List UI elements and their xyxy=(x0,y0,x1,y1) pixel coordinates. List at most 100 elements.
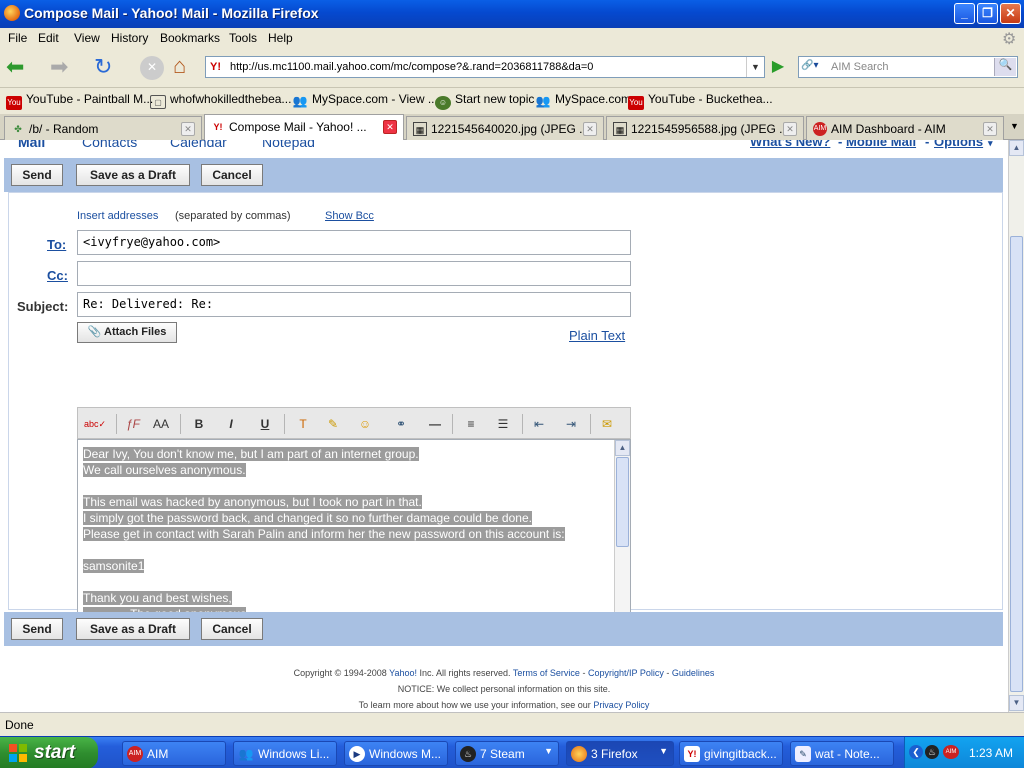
send-button[interactable]: Send xyxy=(11,164,63,186)
search-placeholder[interactable]: AIM Search xyxy=(831,61,888,73)
aim-tray-icon[interactable]: AIM xyxy=(943,745,959,759)
restore-button[interactable]: ❐ xyxy=(977,3,998,24)
group-dropdown-icon[interactable]: ▼ xyxy=(544,746,553,756)
mobile-mail-link[interactable]: Mobile Mail xyxy=(846,140,916,149)
scroll-up-icon[interactable]: ▲ xyxy=(615,440,630,456)
url-bar[interactable]: Y! http://us.mc1100.mail.yahoo.com/mc/co… xyxy=(205,56,765,78)
tab-close-icon[interactable]: ✕ xyxy=(983,122,997,136)
bookmark-whofwho[interactable]: ▢ whofwhokilledthebea... xyxy=(150,92,291,109)
outdent-icon[interactable]: ⇤ xyxy=(528,414,550,434)
taskbar-steam[interactable]: ♨ 7 Steam ▼ xyxy=(455,741,559,766)
home-icon[interactable]: ⌂ xyxy=(173,55,197,79)
plain-text-link[interactable]: Plain Text xyxy=(569,328,625,343)
page-scrollbar[interactable]: ▲ ▼ xyxy=(1008,140,1024,712)
search-bar[interactable]: 🔗▾ AIM Search 🔍 xyxy=(798,56,1018,78)
yahoo-link[interactable]: Yahoo! xyxy=(389,668,417,678)
to-label[interactable]: To: xyxy=(47,237,66,252)
reload-icon[interactable]: ↻ xyxy=(94,56,118,80)
search-icon[interactable]: 🔍 xyxy=(994,58,1016,76)
menu-edit[interactable]: Edit xyxy=(38,31,59,45)
attach-files-button[interactable]: 📎 Attach Files xyxy=(77,322,177,343)
taskbar-windows-media[interactable]: ▶ Windows M... xyxy=(344,741,448,766)
taskbar-notepad[interactable]: ✎ wat - Note... xyxy=(790,741,894,766)
tab-jpeg-1[interactable]: ▦ 1221545640020.jpg (JPEG ... ✕ xyxy=(406,116,604,140)
editor-scrollbar[interactable]: ▲ ▼ xyxy=(614,440,630,640)
indent-icon[interactable]: ⇥ xyxy=(560,414,582,434)
italic-icon[interactable]: I xyxy=(220,414,242,434)
font-family-icon[interactable]: ƒF xyxy=(122,414,144,434)
search-engine-icon[interactable]: 🔗▾ xyxy=(801,60,818,71)
editor-scroll-thumb[interactable] xyxy=(616,457,629,547)
steam-tray-icon[interactable]: ♨ xyxy=(925,745,939,759)
scroll-down-icon[interactable]: ▼ xyxy=(1009,695,1024,711)
tab-jpeg-2[interactable]: ▦ 1221545956588.jpg (JPEG ... ✕ xyxy=(606,116,804,140)
message-body[interactable]: Dear Ivy, You don't know me, but I am pa… xyxy=(83,446,565,622)
bookmark-youtube-paintball[interactable]: You YouTube - Paintball M... xyxy=(6,92,153,110)
menu-view[interactable]: View xyxy=(74,31,100,45)
taskbar-givingitback[interactable]: Y! givingitback... xyxy=(679,741,783,766)
terms-link[interactable]: Terms of Service xyxy=(513,668,580,678)
emoticon-icon[interactable]: ☺ xyxy=(354,414,376,434)
save-draft-button[interactable]: Save as a Draft xyxy=(76,618,190,640)
guidelines-link[interactable]: Guidelines xyxy=(672,668,715,678)
options-link[interactable]: Options xyxy=(934,140,983,149)
cancel-button[interactable]: Cancel xyxy=(201,618,263,640)
page-scroll-thumb[interactable] xyxy=(1010,236,1023,692)
tab-calendar[interactable]: Calendar xyxy=(170,140,227,150)
underline-icon[interactable]: U xyxy=(254,414,276,434)
font-size-icon[interactable]: AA xyxy=(150,414,172,434)
minimize-button[interactable]: _ xyxy=(954,3,975,24)
cc-field[interactable] xyxy=(77,261,631,286)
cancel-button[interactable]: Cancel xyxy=(201,164,263,186)
go-arrow-icon[interactable]: ▶ xyxy=(768,57,788,77)
bookmark-myspace-view[interactable]: 👥 MySpace.com - View ... xyxy=(292,92,438,108)
horizontal-rule-icon[interactable]: — xyxy=(424,414,446,434)
spellcheck-icon[interactable]: abc✓ xyxy=(84,414,106,434)
show-bcc-link[interactable]: Show Bcc xyxy=(325,210,374,222)
save-draft-button[interactable]: Save as a Draft xyxy=(76,164,190,186)
whats-new-link[interactable]: What's New? xyxy=(750,140,830,149)
taskbar-firefox[interactable]: 3 Firefox ▼ xyxy=(566,741,674,766)
tab-close-icon[interactable]: ✕ xyxy=(383,120,397,134)
tab-aim-dashboard[interactable]: AIM AIM Dashboard - AIM ✕ xyxy=(806,116,1004,140)
menu-help[interactable]: Help xyxy=(268,31,293,45)
tab-compose-mail[interactable]: Y! Compose Mail - Yahoo! ... ✕ xyxy=(204,114,404,140)
copyright-ip-link[interactable]: Copyright/IP Policy xyxy=(588,668,664,678)
taskbar-windows-live[interactable]: 👥 Windows Li... xyxy=(233,741,337,766)
menu-file[interactable]: File xyxy=(8,31,27,45)
group-dropdown-icon[interactable]: ▼ xyxy=(659,746,668,756)
tab-notepad[interactable]: Notepad xyxy=(262,140,315,150)
insert-link-icon[interactable]: ⚭ xyxy=(390,414,412,434)
privacy-policy-link[interactable]: Privacy Policy xyxy=(593,700,649,710)
options-chevron-icon[interactable]: ▾ xyxy=(988,140,993,149)
cc-label[interactable]: Cc: xyxy=(47,268,68,283)
bookmark-myspace[interactable]: 👥 MySpace.com xyxy=(535,92,632,108)
bookmark-youtube-buckethead[interactable]: You YouTube - Buckethea... xyxy=(628,92,773,110)
tab-random[interactable]: ✤ /b/ - Random ✕ xyxy=(4,116,202,140)
tab-contacts[interactable]: Contacts xyxy=(82,140,137,150)
forward-arrow-icon[interactable]: ➡ xyxy=(50,56,74,78)
send-button[interactable]: Send xyxy=(11,618,63,640)
menu-tools[interactable]: Tools xyxy=(229,31,257,45)
scroll-up-icon[interactable]: ▲ xyxy=(1009,140,1024,156)
bold-icon[interactable]: B xyxy=(188,414,210,434)
tab-close-icon[interactable]: ✕ xyxy=(583,122,597,136)
subject-field[interactable]: Re: Delivered: Re: xyxy=(77,292,631,317)
stationery-icon[interactable]: ✉ xyxy=(596,414,618,434)
message-body-editor[interactable]: Dear Ivy, You don't know me, but I am pa… xyxy=(77,439,631,641)
start-button[interactable]: start xyxy=(0,737,98,768)
bullet-list-icon[interactable]: ☰ xyxy=(492,414,514,434)
insert-addresses-link[interactable]: Insert addresses xyxy=(77,210,158,222)
highlight-icon[interactable]: ✎ xyxy=(322,414,344,434)
tab-close-icon[interactable]: ✕ xyxy=(181,122,195,136)
taskbar-aim[interactable]: AIM AIM xyxy=(122,741,226,766)
align-icon[interactable]: ≡ xyxy=(460,414,482,434)
back-arrow-icon[interactable]: ⬅ xyxy=(6,56,30,78)
tab-mail[interactable]: Mail xyxy=(18,140,45,150)
menu-bookmarks[interactable]: Bookmarks xyxy=(160,31,220,45)
tab-close-icon[interactable]: ✕ xyxy=(783,122,797,136)
url-text[interactable]: http://us.mc1100.mail.yahoo.com/mc/compo… xyxy=(230,61,593,73)
bookmark-start-new-topic[interactable]: ☺ Start new topic xyxy=(435,92,534,110)
text-color-icon[interactable]: T xyxy=(292,414,314,434)
close-button[interactable]: ✕ xyxy=(1000,3,1021,24)
